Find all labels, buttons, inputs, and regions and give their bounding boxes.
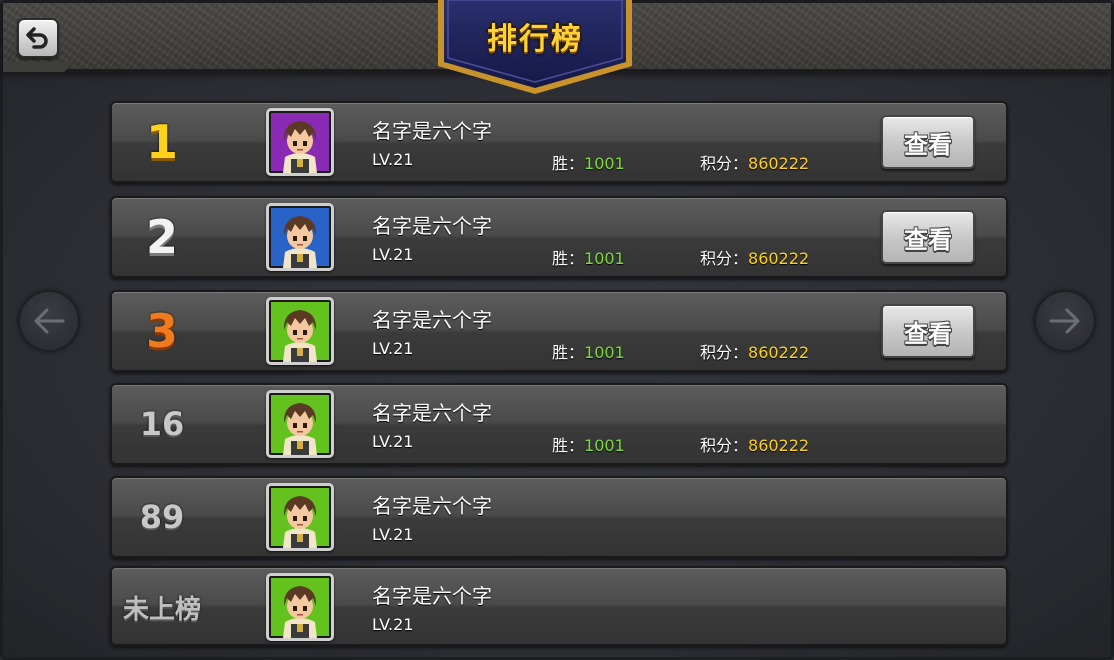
score-value: 860222 xyxy=(748,154,810,173)
player-avatar xyxy=(266,390,334,458)
title-banner: 排行榜 xyxy=(436,0,634,96)
rank-number: 2 xyxy=(145,210,178,264)
score-value: 860222 xyxy=(748,436,810,455)
prev-page-button[interactable] xyxy=(18,290,80,352)
wins-value: 1001 xyxy=(584,154,625,173)
wins-stat: 胜：1001 xyxy=(552,339,625,363)
player-name: 名字是六个字 xyxy=(372,214,492,238)
score-label: 积分： xyxy=(700,343,749,362)
page-title: 排行榜 xyxy=(487,22,583,57)
player-name: 名字是六个字 xyxy=(372,494,492,518)
arrow-right-icon xyxy=(1049,308,1080,334)
hero-portrait-icon xyxy=(283,586,317,638)
score-stat: 积分：860222 xyxy=(700,432,809,456)
back-button[interactable] xyxy=(17,18,59,58)
player-avatar xyxy=(266,573,334,641)
ranking-row: 89 名字是六个字 LV.21 xyxy=(110,476,1008,558)
player-avatar xyxy=(266,108,334,176)
hero-portrait-icon xyxy=(283,121,317,173)
wins-stat: 胜：1001 xyxy=(552,432,625,456)
player-name: 名字是六个字 xyxy=(372,308,492,332)
player-name: 名字是六个字 xyxy=(372,119,492,143)
arrow-left-icon xyxy=(34,308,65,334)
wins-value: 1001 xyxy=(584,249,625,268)
wins-value: 1001 xyxy=(584,343,625,362)
player-level: LV.21 xyxy=(372,525,414,544)
player-avatar xyxy=(266,483,334,551)
wins-label: 胜： xyxy=(552,249,585,268)
score-label: 积分： xyxy=(700,154,749,173)
ranking-row: 16 名字是六个字 LV.21 胜：1001 积分：860222 xyxy=(110,383,1008,465)
hero-portrait-icon xyxy=(283,310,317,362)
score-label: 积分： xyxy=(700,436,749,455)
score-value: 860222 xyxy=(748,249,810,268)
rank-number: 3 xyxy=(145,304,178,358)
view-button[interactable]: 查看 xyxy=(881,210,975,264)
hero-portrait-icon xyxy=(283,403,317,455)
wins-label: 胜： xyxy=(552,154,585,173)
wins-value: 1001 xyxy=(584,436,625,455)
ranking-row: 3 名字是六个字 LV.21 胜：1001 积分：860222 查看 xyxy=(110,290,1008,372)
player-level: LV.21 xyxy=(372,150,414,169)
score-value: 860222 xyxy=(748,343,810,362)
wins-label: 胜： xyxy=(552,436,585,455)
player-avatar xyxy=(266,203,334,271)
score-label: 积分： xyxy=(700,249,749,268)
hero-portrait-icon xyxy=(283,216,317,268)
ranking-row: 1 名字是六个字 LV.21 胜：1001 积分：860222 查看 xyxy=(110,101,1008,183)
rank-number: 1 xyxy=(145,115,178,169)
score-stat: 积分：860222 xyxy=(700,339,809,363)
hero-portrait-icon xyxy=(283,496,317,548)
player-level: LV.21 xyxy=(372,432,414,451)
rank-number: 未上榜 xyxy=(122,594,201,625)
score-stat: 积分：860222 xyxy=(700,245,809,269)
rank-number: 16 xyxy=(139,405,185,443)
wins-stat: 胜：1001 xyxy=(552,150,625,174)
view-button[interactable]: 查看 xyxy=(881,304,975,358)
player-name: 名字是六个字 xyxy=(372,401,492,425)
next-page-button[interactable] xyxy=(1034,290,1096,352)
rank-number: 89 xyxy=(139,498,185,536)
wins-label: 胜： xyxy=(552,343,585,362)
score-stat: 积分：860222 xyxy=(700,150,809,174)
player-name: 名字是六个字 xyxy=(372,584,492,608)
wins-stat: 胜：1001 xyxy=(552,245,625,269)
top-bar-notch xyxy=(3,62,73,74)
player-avatar xyxy=(266,297,334,365)
ranking-row: 未上榜 名字是六个字 LV.21 xyxy=(110,566,1008,646)
ranking-row: 2 名字是六个字 LV.21 胜：1001 积分：860222 查看 xyxy=(110,196,1008,278)
player-level: LV.21 xyxy=(372,339,414,358)
player-level: LV.21 xyxy=(372,615,414,634)
player-level: LV.21 xyxy=(372,245,414,264)
view-button[interactable]: 查看 xyxy=(881,115,975,169)
back-arrow-icon xyxy=(26,27,48,49)
